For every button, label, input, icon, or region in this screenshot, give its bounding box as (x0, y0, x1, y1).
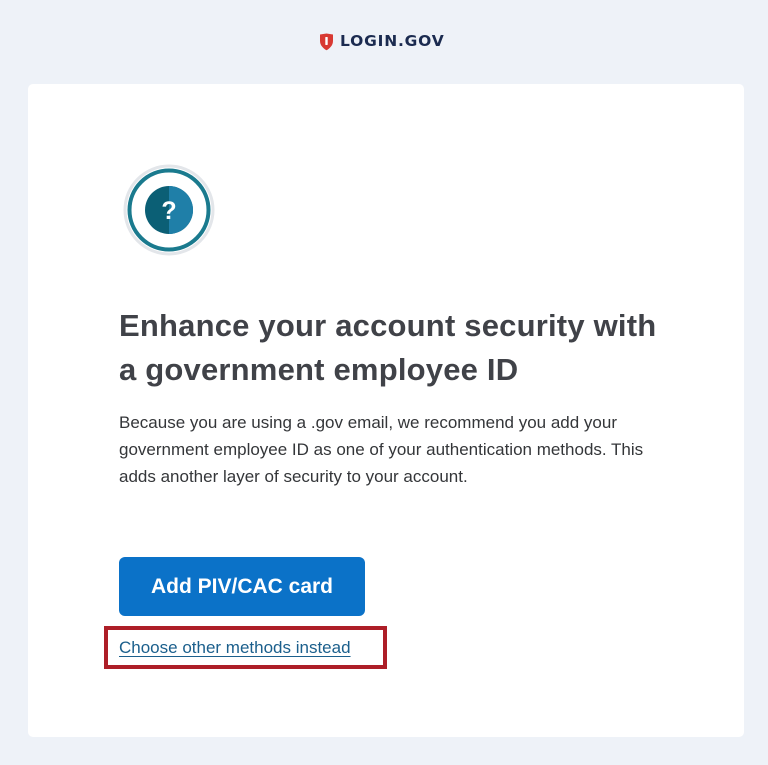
choose-other-methods-link[interactable]: Choose other methods instead (119, 637, 351, 658)
content-card: ? Enhance your account security with a g… (28, 84, 744, 737)
page-description: Because you are using a .gov email, we r… (119, 413, 644, 486)
question-badge: ? (123, 164, 215, 256)
brand-name: LOGIN.GOV (340, 32, 445, 51)
add-piv-cac-button[interactable]: Add PIV/CAC card (119, 557, 365, 616)
page-title: Enhance your account security with a gov… (119, 308, 657, 387)
question-icon: ? (123, 164, 215, 256)
shield-icon (320, 33, 333, 51)
login-gov-logo[interactable]: LOGIN.GOV (319, 31, 445, 53)
site-header: LOGIN.GOV (0, 0, 768, 84)
badge-glyph: ? (161, 197, 176, 225)
